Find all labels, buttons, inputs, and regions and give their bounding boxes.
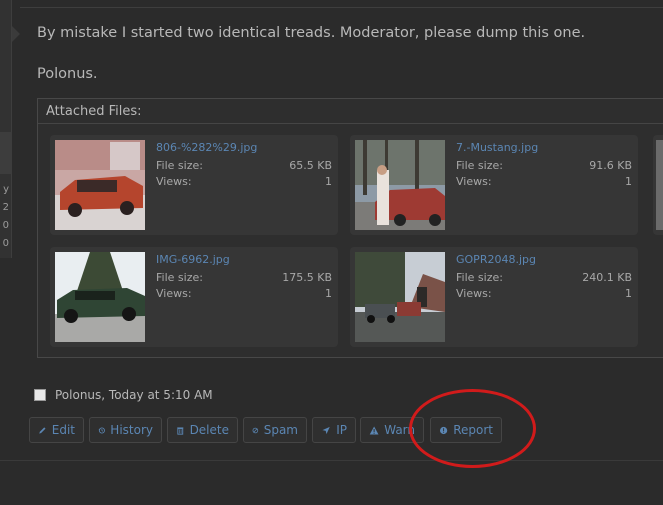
warn-button-label: Warn: [384, 423, 415, 437]
attachment-item-partial[interactable]: [653, 135, 663, 235]
post-text-line1: By mistake I started two identical tread…: [37, 25, 586, 41]
trash-icon: [177, 426, 184, 435]
attachment-item[interactable]: GOPR2048.jpg File size: 240.1 KB Views: …: [350, 247, 638, 347]
attachment-thumbnail[interactable]: [55, 140, 145, 230]
post-bottom-divider: [0, 460, 663, 461]
views-value: 1: [625, 287, 632, 300]
file-size-label: File size:: [156, 159, 203, 172]
ip-button[interactable]: IP: [312, 417, 356, 443]
file-size-value: 91.6 KB: [589, 159, 632, 172]
attachment-thumbnail[interactable]: [55, 252, 145, 342]
attachment-filename[interactable]: 806-%282%29.jpg: [156, 141, 257, 154]
user-info-panel: y 2 0 0: [0, 0, 12, 258]
post-signature: Polonus, Today at 5:10 AM: [34, 388, 213, 402]
edit-button-label: Edit: [51, 423, 75, 437]
file-size-value: 240.1 KB: [582, 271, 632, 284]
file-size-label: File size:: [456, 159, 503, 172]
delete-button-label: Delete: [189, 423, 229, 437]
delete-button[interactable]: Delete: [167, 417, 238, 443]
edit-button[interactable]: Edit: [29, 417, 84, 443]
attached-files-box: Attached Files: 806-%282%29.jpg File siz…: [37, 98, 663, 358]
attachment-item[interactable]: IMG-6962.jpg File size: 175.5 KB Views: …: [50, 247, 338, 347]
file-size-label: File size:: [156, 271, 203, 284]
post-text-line2: Polonus.: [37, 66, 98, 82]
user-stat-char: 0: [2, 220, 9, 231]
ip-button-label: IP: [336, 423, 347, 437]
views-value: 1: [625, 175, 632, 188]
warn-button[interactable]: Warn: [360, 417, 424, 443]
spam-button[interactable]: Spam: [243, 417, 307, 443]
message-pointer-arrow: [12, 26, 20, 42]
exclamation-circle-icon: [439, 426, 448, 434]
views-label: Views:: [456, 175, 492, 188]
history-button-label: History: [110, 423, 153, 437]
ban-icon: [252, 427, 259, 433]
user-stat-char: 2: [2, 202, 9, 213]
attached-files-divider: [38, 123, 663, 124]
attachment-item[interactable]: 806-%282%29.jpg File size: 65.5 KB Views…: [50, 135, 338, 235]
history-button[interactable]: History: [89, 417, 162, 443]
attachment-thumbnail[interactable]: [355, 140, 445, 230]
report-button-label: Report: [453, 423, 493, 437]
select-post-checkbox[interactable]: [34, 389, 46, 401]
history-icon: [98, 426, 105, 434]
user-info-highlight: [0, 132, 12, 174]
file-size-value: 175.5 KB: [282, 271, 332, 284]
post-author-time[interactable]: Polonus, Today at 5:10 AM: [55, 388, 213, 402]
location-arrow-icon: [322, 426, 330, 434]
report-button[interactable]: Report: [430, 417, 502, 443]
attachment-filename[interactable]: IMG-6962.jpg: [156, 253, 230, 266]
file-size-label: File size:: [456, 271, 503, 284]
attachment-thumbnail[interactable]: [355, 252, 445, 342]
warning-icon: [369, 425, 379, 435]
spam-button-label: Spam: [263, 423, 298, 437]
pencil-icon: [39, 426, 46, 434]
views-label: Views:: [456, 287, 492, 300]
views-value: 1: [325, 175, 332, 188]
views-label: Views:: [156, 175, 192, 188]
attachment-filename[interactable]: 7.-Mustang.jpg: [456, 141, 538, 154]
views-value: 1: [325, 287, 332, 300]
attached-files-title: Attached Files:: [46, 104, 142, 119]
attachment-item[interactable]: 7.-Mustang.jpg File size: 91.6 KB Views:…: [350, 135, 638, 235]
attachment-filename[interactable]: GOPR2048.jpg: [456, 253, 536, 266]
views-label: Views:: [156, 287, 192, 300]
user-stat-char: y: [3, 184, 9, 195]
user-stat-char: 0: [2, 238, 9, 249]
top-divider: [20, 7, 663, 8]
file-size-value: 65.5 KB: [289, 159, 332, 172]
